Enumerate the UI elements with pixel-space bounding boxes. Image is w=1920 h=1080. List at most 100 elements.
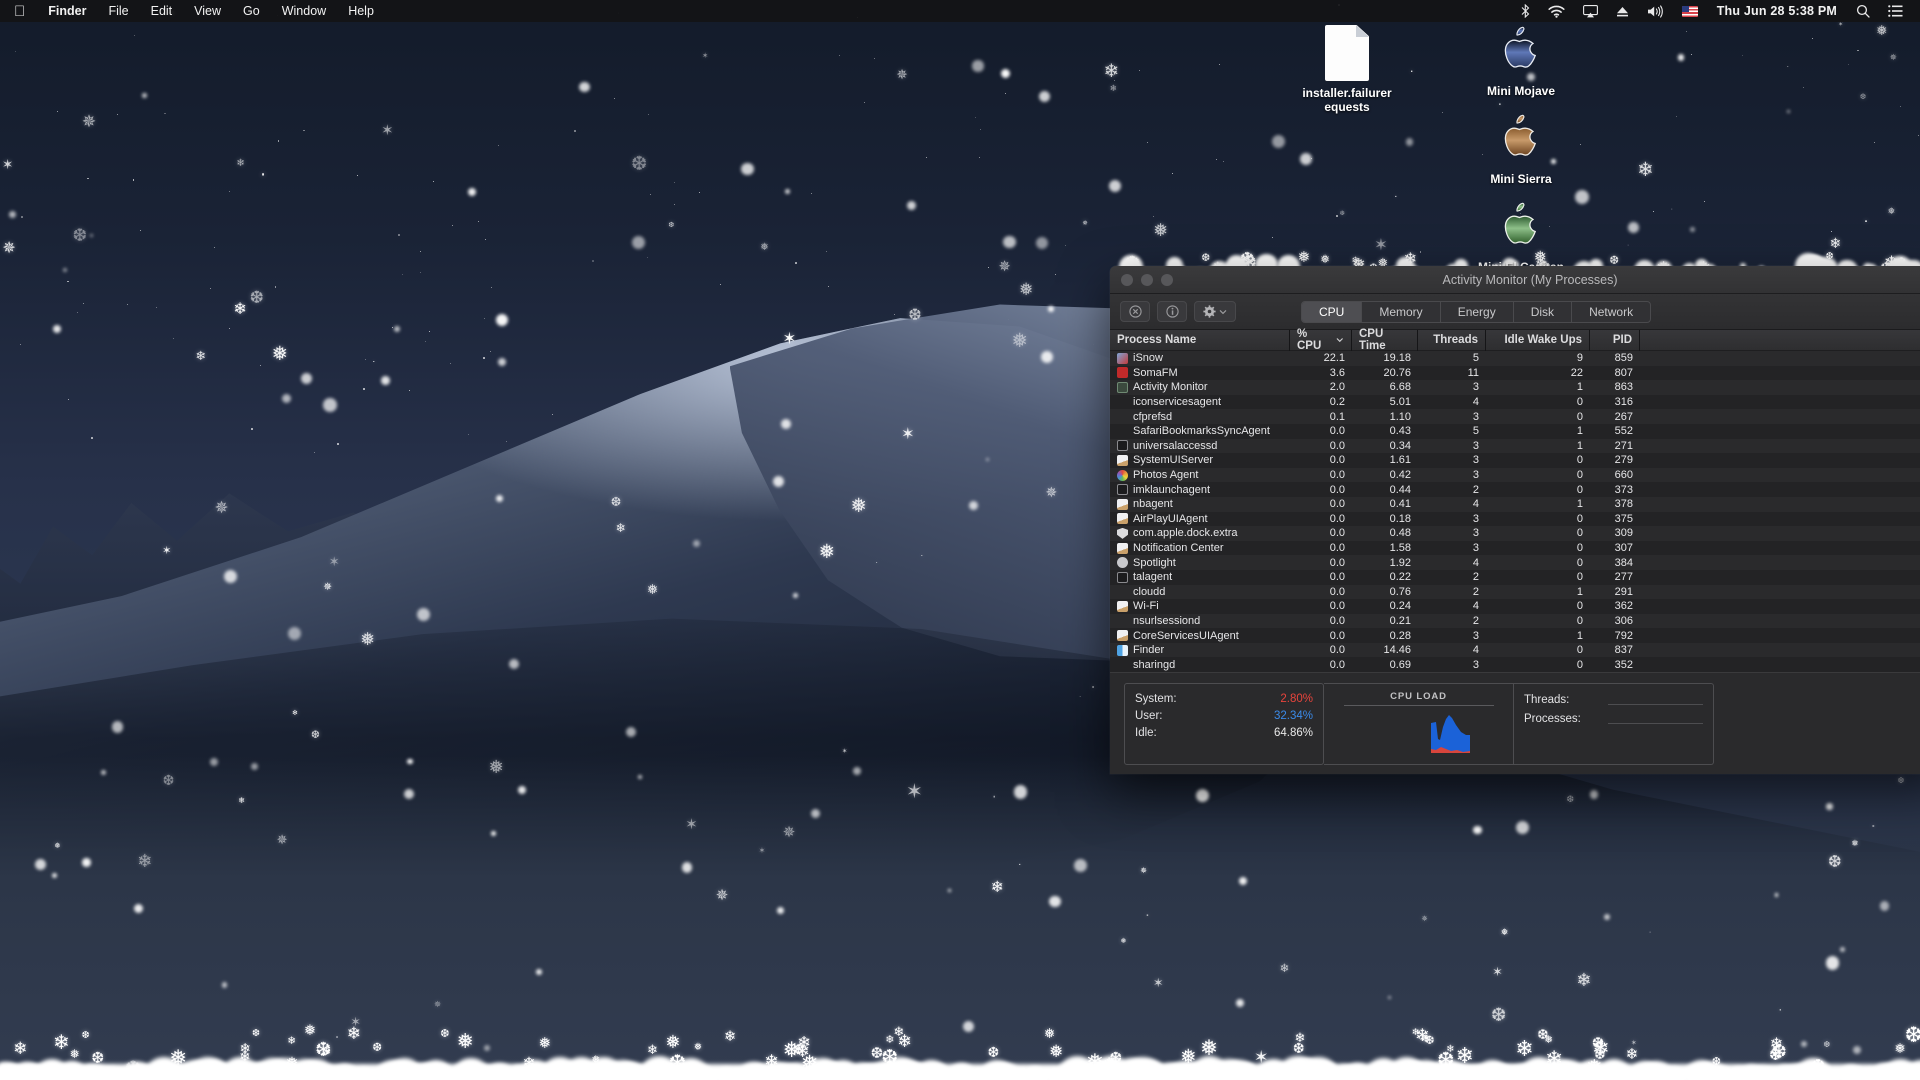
doc-icon: [1117, 498, 1128, 510]
cell-cpu-time: 0.22: [1389, 571, 1411, 584]
column-header-threads[interactable]: Threads: [1418, 329, 1486, 351]
cell-cpu: 0.0: [1329, 556, 1345, 569]
cell-cpu: 0.0: [1329, 527, 1345, 540]
table-row[interactable]: talagent 0.0 0.22 2 0 277: [1110, 569, 1920, 585]
tab-cpu[interactable]: CPU: [1302, 301, 1363, 322]
zoom-button[interactable]: [1161, 273, 1173, 286]
process-name-label: nbagent: [1133, 498, 1173, 511]
menu-edit[interactable]: Edit: [140, 0, 184, 22]
table-row[interactable]: cfprefsd 0.1 1.10 3 0 267: [1110, 409, 1920, 424]
table-row[interactable]: SafariBookmarksSyncAgent 0.0 0.43 5 1 552: [1110, 423, 1920, 439]
column-header-process-name[interactable]: Process Name: [1110, 329, 1290, 351]
apple-menu-icon[interactable]: : [0, 0, 37, 22]
minimize-button[interactable]: [1141, 273, 1153, 286]
menu-help[interactable]: Help: [337, 0, 385, 22]
cell-pid: 291: [1614, 585, 1633, 598]
process-name-label: Photos Agent: [1133, 469, 1199, 482]
process-name-label: SomaFM: [1133, 366, 1178, 379]
column-header-pid[interactable]: PID: [1590, 329, 1640, 351]
table-row[interactable]: sharingd 0.0 0.69 3 0 352: [1110, 657, 1920, 673]
desktop-icon-mini-el-capitan[interactable]: Mini El Capitan: [1466, 198, 1576, 274]
cell-threads: 5: [1472, 352, 1479, 365]
cell-process-name: iSnow: [1110, 351, 1290, 366]
airplay-icon[interactable]: [1574, 0, 1607, 22]
cell-cpu-time: 0.21: [1389, 614, 1411, 627]
search-icon[interactable]: [1847, 0, 1879, 22]
menu-view[interactable]: View: [183, 0, 232, 22]
isnow-icon: [1117, 352, 1128, 364]
cell-threads: 3: [1472, 439, 1479, 452]
window-titlebar[interactable]: Activity Monitor (My Processes): [1110, 266, 1920, 294]
cell-cpu-time: 1.10: [1389, 410, 1411, 423]
table-row[interactable]: Photos Agent 0.0 0.42 3 0 660: [1110, 467, 1920, 483]
table-row[interactable]: nsurlsessiond 0.0 0.21 2 0 306: [1110, 613, 1920, 629]
menu-finder[interactable]: Finder: [37, 0, 97, 22]
cell-cpu-time: 0.42: [1389, 469, 1411, 482]
wifi-icon[interactable]: [1539, 0, 1574, 22]
cell-cpu-time: 6.68: [1389, 381, 1411, 394]
cell-process-name: cfprefsd: [1110, 409, 1290, 424]
column-header-cpu[interactable]: % CPU: [1290, 328, 1352, 352]
table-row[interactable]: iconservicesagent 0.2 5.01 4 0 316: [1110, 394, 1920, 410]
eject-icon[interactable]: [1607, 0, 1638, 22]
stop-process-icon[interactable]: [1120, 301, 1150, 322]
table-row[interactable]: CoreServicesUIAgent 0.0 0.28 3 1 792: [1110, 628, 1920, 643]
menu-file[interactable]: File: [97, 0, 139, 22]
none-icon: [1117, 586, 1128, 597]
process-name-label: sharingd: [1133, 658, 1176, 671]
column-header-cpu-time[interactable]: CPU Time: [1352, 328, 1418, 352]
cell-process-name: AirPlayUIAgent: [1110, 512, 1290, 527]
us-flag-icon[interactable]: [1673, 0, 1707, 22]
volume-icon[interactable]: [1638, 0, 1673, 22]
control-center-list-icon[interactable]: [1879, 0, 1912, 22]
cell-cpu: 0.0: [1329, 585, 1345, 598]
table-row[interactable]: SystemUIServer 0.0 1.61 3 0 279: [1110, 453, 1920, 468]
table-row[interactable]: cloudd 0.0 0.76 2 1 291: [1110, 584, 1920, 600]
cell-idle-wake-ups: 1: [1576, 439, 1583, 452]
desktop-icon-mini-mojave[interactable]: Mini Mojave: [1466, 22, 1576, 98]
table-row[interactable]: Spotlight 0.0 1.92 4 0 384: [1110, 555, 1920, 570]
process-name-label: SafariBookmarksSyncAgent: [1133, 425, 1270, 438]
menu-window[interactable]: Window: [271, 0, 337, 22]
tab-network[interactable]: Network: [1572, 302, 1650, 322]
cell-pid: 352: [1614, 658, 1633, 671]
tab-disk[interactable]: Disk: [1514, 301, 1573, 322]
tab-energy[interactable]: Energy: [1441, 301, 1514, 322]
table-row[interactable]: Notification Center 0.0 1.58 3 0 307: [1110, 540, 1920, 556]
table-row[interactable]: com.apple.dock.extra 0.0 0.48 3 0 309: [1110, 526, 1920, 541]
column-header-idle-wake-ups[interactable]: Idle Wake Ups: [1486, 329, 1590, 351]
table-row[interactable]: nbagent 0.0 0.41 4 1 378: [1110, 496, 1920, 512]
table-row[interactable]: Wi-Fi 0.0 0.24 4 0 362: [1110, 599, 1920, 614]
cell-idle-wake-ups: 0: [1576, 410, 1583, 423]
table-row[interactable]: SomaFM 3.6 20.76 11 22 807: [1110, 365, 1920, 381]
menu-go[interactable]: Go: [232, 0, 271, 22]
gear-icon[interactable]: [1194, 301, 1236, 322]
table-row[interactable]: Finder 0.0 14.46 4 0 837: [1110, 642, 1920, 658]
tab-memory[interactable]: Memory: [1362, 301, 1441, 322]
desktop-icon-mini-sierra[interactable]: Mini Sierra: [1466, 110, 1576, 186]
table-row[interactable]: iSnow 22.1 19.18 5 9 859: [1110, 351, 1920, 366]
cell-cpu: 0.0: [1329, 542, 1345, 555]
menu-bar-clock[interactable]: Thu Jun 28 5:38 PM: [1707, 4, 1847, 18]
cell-process-name: cloudd: [1110, 585, 1290, 600]
processes-row: Processes:: [1524, 710, 1703, 729]
bluetooth-icon[interactable]: [1512, 0, 1539, 22]
cell-idle-wake-ups: 1: [1576, 381, 1583, 394]
activity-monitor-window[interactable]: Activity Monitor (My Processes) CPU Memo…: [1110, 266, 1920, 774]
cell-idle-wake-ups: 0: [1576, 556, 1583, 569]
doc-icon: [1117, 542, 1128, 554]
cell-cpu-time: 0.24: [1389, 600, 1411, 613]
close-button[interactable]: [1121, 273, 1133, 286]
foreground-slope: [0, 756, 1920, 1080]
table-row[interactable]: AirPlayUIAgent 0.0 0.18 3 0 375: [1110, 511, 1920, 527]
desktop-icon-label: installer.failurer equests: [1302, 86, 1392, 114]
table-row[interactable]: universalaccessd 0.0 0.34 3 1 271: [1110, 438, 1920, 454]
table-row[interactable]: imklaunchagent 0.0 0.44 2 0 373: [1110, 482, 1920, 497]
cell-pid: 373: [1614, 483, 1633, 496]
cell-threads: 3: [1472, 542, 1479, 555]
info-icon[interactable]: [1157, 301, 1187, 322]
desktop-icon-installer-failurerequests[interactable]: installer.failurer equests: [1292, 24, 1402, 114]
table-row[interactable]: Activity Monitor 2.0 6.68 3 1 863: [1110, 380, 1920, 395]
cell-cpu: 0.0: [1329, 483, 1345, 496]
cell-idle-wake-ups: 0: [1576, 571, 1583, 584]
